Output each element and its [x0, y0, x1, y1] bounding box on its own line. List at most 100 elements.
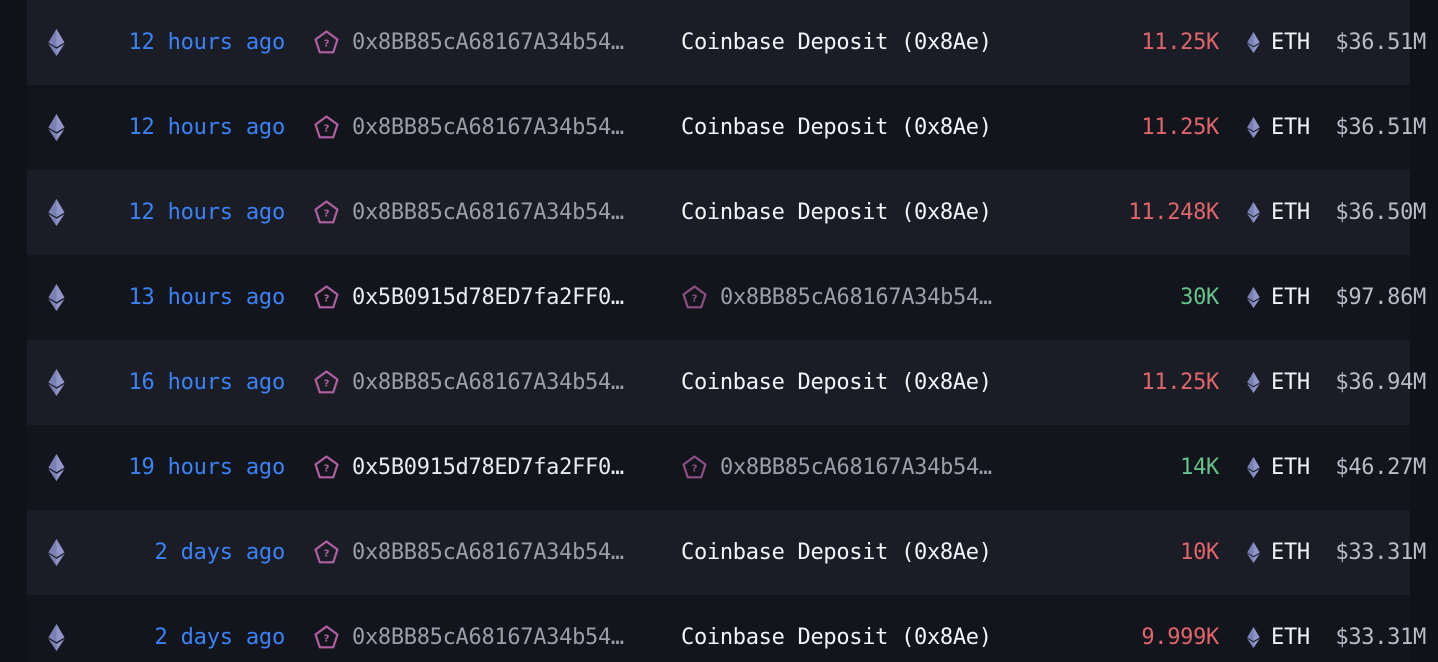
usd-value-cell: $33.31M	[1333, 625, 1438, 650]
token-symbol: ETH	[1271, 455, 1310, 480]
timestamp-cell[interactable]: 12 hours ago	[113, 115, 309, 140]
from-address: 0x8BB85cA68167A34b54…	[352, 540, 624, 565]
amount-value: 30K	[1180, 285, 1219, 310]
timestamp-link[interactable]: 19 hours ago	[128, 455, 285, 480]
chain-cell	[0, 199, 113, 226]
table-row[interactable]: 2 days ago ? 0x8BB85cA68167A34b54… Coinbase…	[0, 510, 1438, 595]
usd-value: $33.31M	[1335, 540, 1426, 565]
pentagon-question-icon: ?	[314, 625, 339, 649]
table-row[interactable]: 12 hours ago ? 0x8BB85cA68167A34b54… Coinba…	[0, 0, 1438, 85]
transfer-to-cell[interactable]: Coinbase Deposit (0x8Ae)	[681, 370, 1049, 395]
ethereum-icon	[1247, 287, 1260, 308]
transfer-from-cell[interactable]: ? 0x8BB85cA68167A34b54…	[309, 624, 681, 651]
timestamp-cell[interactable]: 13 hours ago	[113, 285, 309, 310]
amount-cell: 14K	[1049, 455, 1225, 480]
token-cell[interactable]: ETH	[1225, 200, 1333, 225]
usd-value-cell: $33.31M	[1333, 540, 1438, 565]
transfer-from-cell[interactable]: ? 0x5B0915d78ED7fa2FF0…	[309, 284, 681, 311]
table-row[interactable]: 2 days ago? 0x8BB85cA68167A34b54… Coinbase…	[0, 595, 1438, 662]
from-address: 0x5B0915d78ED7fa2FF0…	[352, 285, 624, 310]
table-row[interactable]: 13 hours ago? 0x5B0915d78ED7fa2FF0…? 0x8BB…	[0, 255, 1438, 340]
pentagon-question-icon: ?	[682, 455, 707, 479]
token-symbol: ETH	[1271, 285, 1310, 310]
usd-value: $36.51M	[1335, 30, 1426, 55]
amount-value: 11.25K	[1141, 115, 1219, 140]
to-entity-label: Coinbase Deposit (0x8Ae)	[681, 200, 992, 225]
to-entity-label: Coinbase Deposit (0x8Ae)	[681, 540, 992, 565]
amount-value: 10K	[1180, 540, 1219, 565]
timestamp-cell[interactable]: 2 days ago	[113, 625, 309, 650]
token-cell[interactable]: ETH	[1225, 285, 1333, 310]
timestamp-link[interactable]: 12 hours ago	[128, 115, 285, 140]
token-cell[interactable]: ETH	[1225, 115, 1333, 140]
table-row[interactable]: 12 hours ago ? 0x8BB85cA68167A34b54… Coinba…	[0, 85, 1438, 170]
token-cell[interactable]: ETH	[1225, 370, 1333, 395]
table-row[interactable]: 12 hours ago ? 0x8BB85cA68167A34b54… Coinba…	[0, 170, 1438, 255]
ethereum-icon	[1247, 202, 1260, 223]
transfers-table: 12 hours ago? 0x8BB85cA68167A34b54… Coinba…	[0, 0, 1438, 662]
usd-value: $36.50M	[1335, 200, 1426, 225]
chain-cell	[0, 539, 113, 566]
usd-value: $46.27M	[1335, 455, 1426, 480]
token-symbol: ETH	[1271, 540, 1310, 565]
timestamp-cell[interactable]: 16 hours ago	[113, 370, 309, 395]
transfer-to-cell[interactable]: Coinbase Deposit (0x8Ae)	[681, 115, 1049, 140]
usd-value-cell: $36.50M	[1333, 200, 1438, 225]
transfer-from-cell[interactable]: ? 0x8BB85cA68167A34b54…	[309, 539, 681, 566]
timestamp-cell[interactable]: 12 hours ago	[113, 30, 309, 55]
token-cell[interactable]: ETH	[1225, 30, 1333, 55]
token-symbol: ETH	[1271, 30, 1310, 55]
transfer-to-cell[interactable]: Coinbase Deposit (0x8Ae)	[681, 540, 1049, 565]
timestamp-cell[interactable]: 12 hours ago	[113, 200, 309, 225]
timestamp-link[interactable]: 12 hours ago	[128, 200, 285, 225]
transfer-from-cell[interactable]: ? 0x8BB85cA68167A34b54…	[309, 369, 681, 396]
from-address: 0x8BB85cA68167A34b54…	[352, 200, 624, 225]
from-address: 0x8BB85cA68167A34b54…	[352, 625, 624, 650]
svg-text:?: ?	[692, 294, 698, 305]
ethereum-icon	[48, 284, 65, 311]
timestamp-link[interactable]: 12 hours ago	[128, 30, 285, 55]
chain-cell	[0, 369, 113, 396]
to-entity-label: Coinbase Deposit (0x8Ae)	[681, 115, 992, 140]
transfer-to-cell[interactable]: ? 0x8BB85cA68167A34b54…	[681, 284, 1049, 311]
timestamp-cell[interactable]: 2 days ago	[113, 540, 309, 565]
ethereum-icon	[1247, 32, 1260, 53]
table-row[interactable]: 19 hours ago ? 0x5B0915d78ED7fa2FF0…? 0x8BB…	[0, 425, 1438, 510]
chain-cell	[0, 284, 113, 311]
table-row[interactable]: 16 hours ago ? 0x8BB85cA68167A34b54… Coinba…	[0, 340, 1438, 425]
timestamp-link[interactable]: 16 hours ago	[128, 370, 285, 395]
timestamp-link[interactable]: 2 days ago	[155, 625, 286, 650]
chain-cell	[0, 29, 113, 56]
timestamp-link[interactable]: 2 days ago	[155, 540, 286, 565]
amount-cell: 10K	[1049, 540, 1225, 565]
ethereum-icon	[48, 114, 65, 141]
usd-value-cell: $97.86M	[1333, 285, 1438, 310]
timestamp-cell[interactable]: 19 hours ago	[113, 455, 309, 480]
timestamp-link[interactable]: 13 hours ago	[128, 285, 285, 310]
transfer-to-cell[interactable]: Coinbase Deposit (0x8Ae)	[681, 200, 1049, 225]
to-entity-label: Coinbase Deposit (0x8Ae)	[681, 30, 992, 55]
transfer-to-cell[interactable]: Coinbase Deposit (0x8Ae)	[681, 625, 1049, 650]
amount-cell: 11.248K	[1049, 200, 1225, 225]
transfer-from-cell[interactable]: ? 0x8BB85cA68167A34b54…	[309, 199, 681, 226]
transfer-from-cell[interactable]: ? 0x8BB85cA68167A34b54…	[309, 29, 681, 56]
token-symbol: ETH	[1271, 200, 1310, 225]
token-symbol: ETH	[1271, 370, 1310, 395]
svg-text:?: ?	[692, 464, 698, 475]
usd-value: $36.94M	[1335, 370, 1426, 395]
transfer-to-cell[interactable]: Coinbase Deposit (0x8Ae)	[681, 30, 1049, 55]
token-cell[interactable]: ETH	[1225, 625, 1333, 650]
token-cell[interactable]: ETH	[1225, 540, 1333, 565]
transfer-from-cell[interactable]: ? 0x8BB85cA68167A34b54…	[309, 114, 681, 141]
svg-text:?: ?	[324, 39, 330, 50]
usd-value-cell: $36.94M	[1333, 370, 1438, 395]
ethereum-icon	[1247, 542, 1260, 563]
ethereum-icon	[48, 29, 65, 56]
transfer-from-cell[interactable]: ? 0x5B0915d78ED7fa2FF0…	[309, 454, 681, 481]
svg-text:?: ?	[324, 464, 330, 475]
token-symbol: ETH	[1271, 625, 1310, 650]
transfer-to-cell[interactable]: ? 0x8BB85cA68167A34b54…	[681, 454, 1049, 481]
amount-cell: 11.25K	[1049, 115, 1225, 140]
token-cell[interactable]: ETH	[1225, 455, 1333, 480]
ethereum-icon	[48, 369, 65, 396]
